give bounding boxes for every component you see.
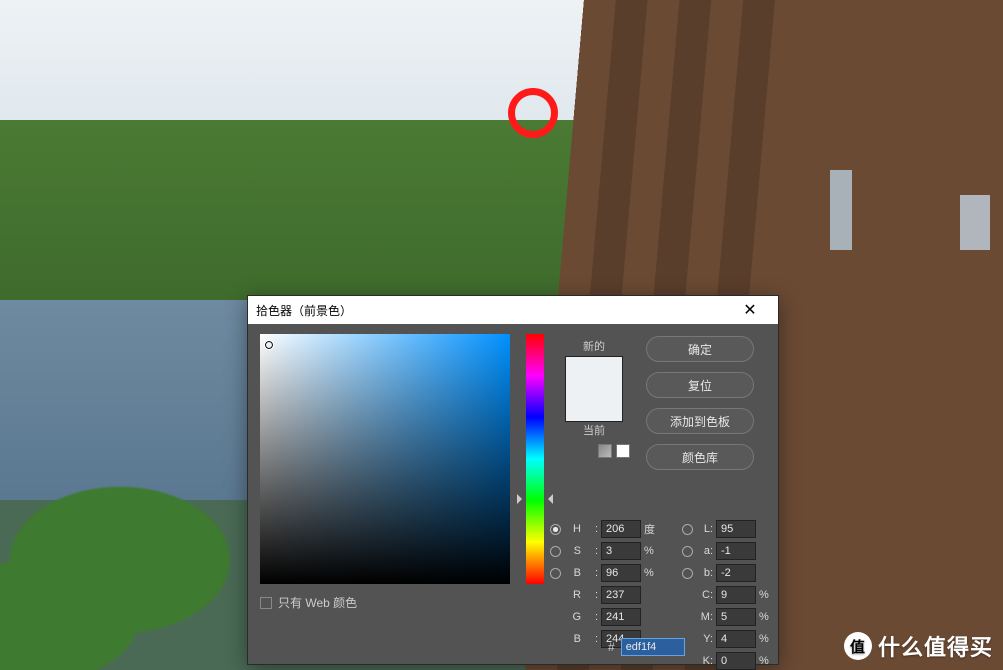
- saturation-brightness-field[interactable]: [260, 334, 510, 584]
- input-b-hsb[interactable]: [601, 564, 641, 582]
- watermark: 值 什么值得买: [844, 630, 993, 662]
- hue-strip[interactable]: [526, 334, 544, 584]
- input-hex[interactable]: [621, 638, 685, 656]
- label-m: M: [701, 611, 713, 623]
- watermark-text: 什么值得买: [878, 630, 993, 662]
- current-color-label: 当前: [556, 422, 632, 438]
- radio-b-hsb[interactable]: [550, 568, 561, 579]
- input-r[interactable]: [601, 586, 641, 604]
- unit-y: %: [759, 633, 773, 645]
- radio-l[interactable]: [682, 524, 693, 535]
- label-k: K: [703, 655, 713, 667]
- label-l: L: [704, 523, 713, 535]
- annotation-red-circle: [508, 88, 558, 138]
- label-a: a: [704, 545, 713, 557]
- close-button[interactable]: ✕: [730, 296, 770, 324]
- input-m[interactable]: [716, 608, 756, 626]
- radio-h[interactable]: [550, 524, 561, 535]
- add-to-swatches-button[interactable]: 添加到色板: [646, 408, 754, 434]
- input-g[interactable]: [601, 608, 641, 626]
- unit-c: %: [759, 589, 773, 601]
- dialog-titlebar[interactable]: 拾色器（前景色） ✕: [248, 296, 778, 324]
- color-picker-dialog: 拾色器（前景色） ✕ 只有 Web 颜色 新的 当前: [247, 295, 779, 665]
- label-s: S: [574, 545, 581, 557]
- color-swatches: [565, 356, 623, 422]
- sb-cursor: [264, 340, 274, 350]
- label-b-rgb: B: [574, 633, 581, 645]
- label-b-hsb: B: [574, 567, 581, 579]
- label-r: R: [573, 589, 581, 601]
- dialog-title: 拾色器（前景色）: [256, 302, 730, 319]
- input-h[interactable]: [601, 520, 641, 538]
- label-h: H: [573, 523, 581, 535]
- current-color-swatch[interactable]: [566, 389, 622, 421]
- radio-s[interactable]: [550, 546, 561, 557]
- label-y: Y: [703, 633, 713, 645]
- input-c[interactable]: [716, 586, 756, 604]
- input-y[interactable]: [716, 630, 756, 648]
- only-web-checkbox[interactable]: [260, 597, 272, 609]
- color-libraries-button[interactable]: 颜色库: [646, 444, 754, 470]
- unit-h: 度: [644, 521, 658, 537]
- hex-hash: #: [608, 640, 615, 654]
- reset-button[interactable]: 复位: [646, 372, 754, 398]
- unit-b-hsb: %: [644, 567, 658, 579]
- new-color-swatch[interactable]: [566, 357, 622, 389]
- watermark-badge-icon: 值: [844, 632, 872, 660]
- input-s[interactable]: [601, 542, 641, 560]
- radio-a[interactable]: [682, 546, 693, 557]
- label-c: C: [702, 589, 713, 601]
- input-l[interactable]: [716, 520, 756, 538]
- radio-b-lab[interactable]: [682, 568, 693, 579]
- input-a[interactable]: [716, 542, 756, 560]
- new-color-label: 新的: [556, 338, 632, 354]
- ok-button[interactable]: 确定: [646, 336, 754, 362]
- unit-m: %: [759, 611, 773, 623]
- unit-k: %: [759, 655, 773, 667]
- gamut-warning-icon[interactable]: [598, 444, 612, 458]
- label-b-lab: b: [704, 567, 713, 579]
- only-web-label: 只有 Web 颜色: [278, 594, 357, 611]
- websafe-warning-icon[interactable]: [616, 444, 630, 458]
- label-g: G: [572, 611, 581, 623]
- input-b-lab[interactable]: [716, 564, 756, 582]
- input-k[interactable]: [716, 652, 756, 670]
- unit-s: %: [644, 545, 658, 557]
